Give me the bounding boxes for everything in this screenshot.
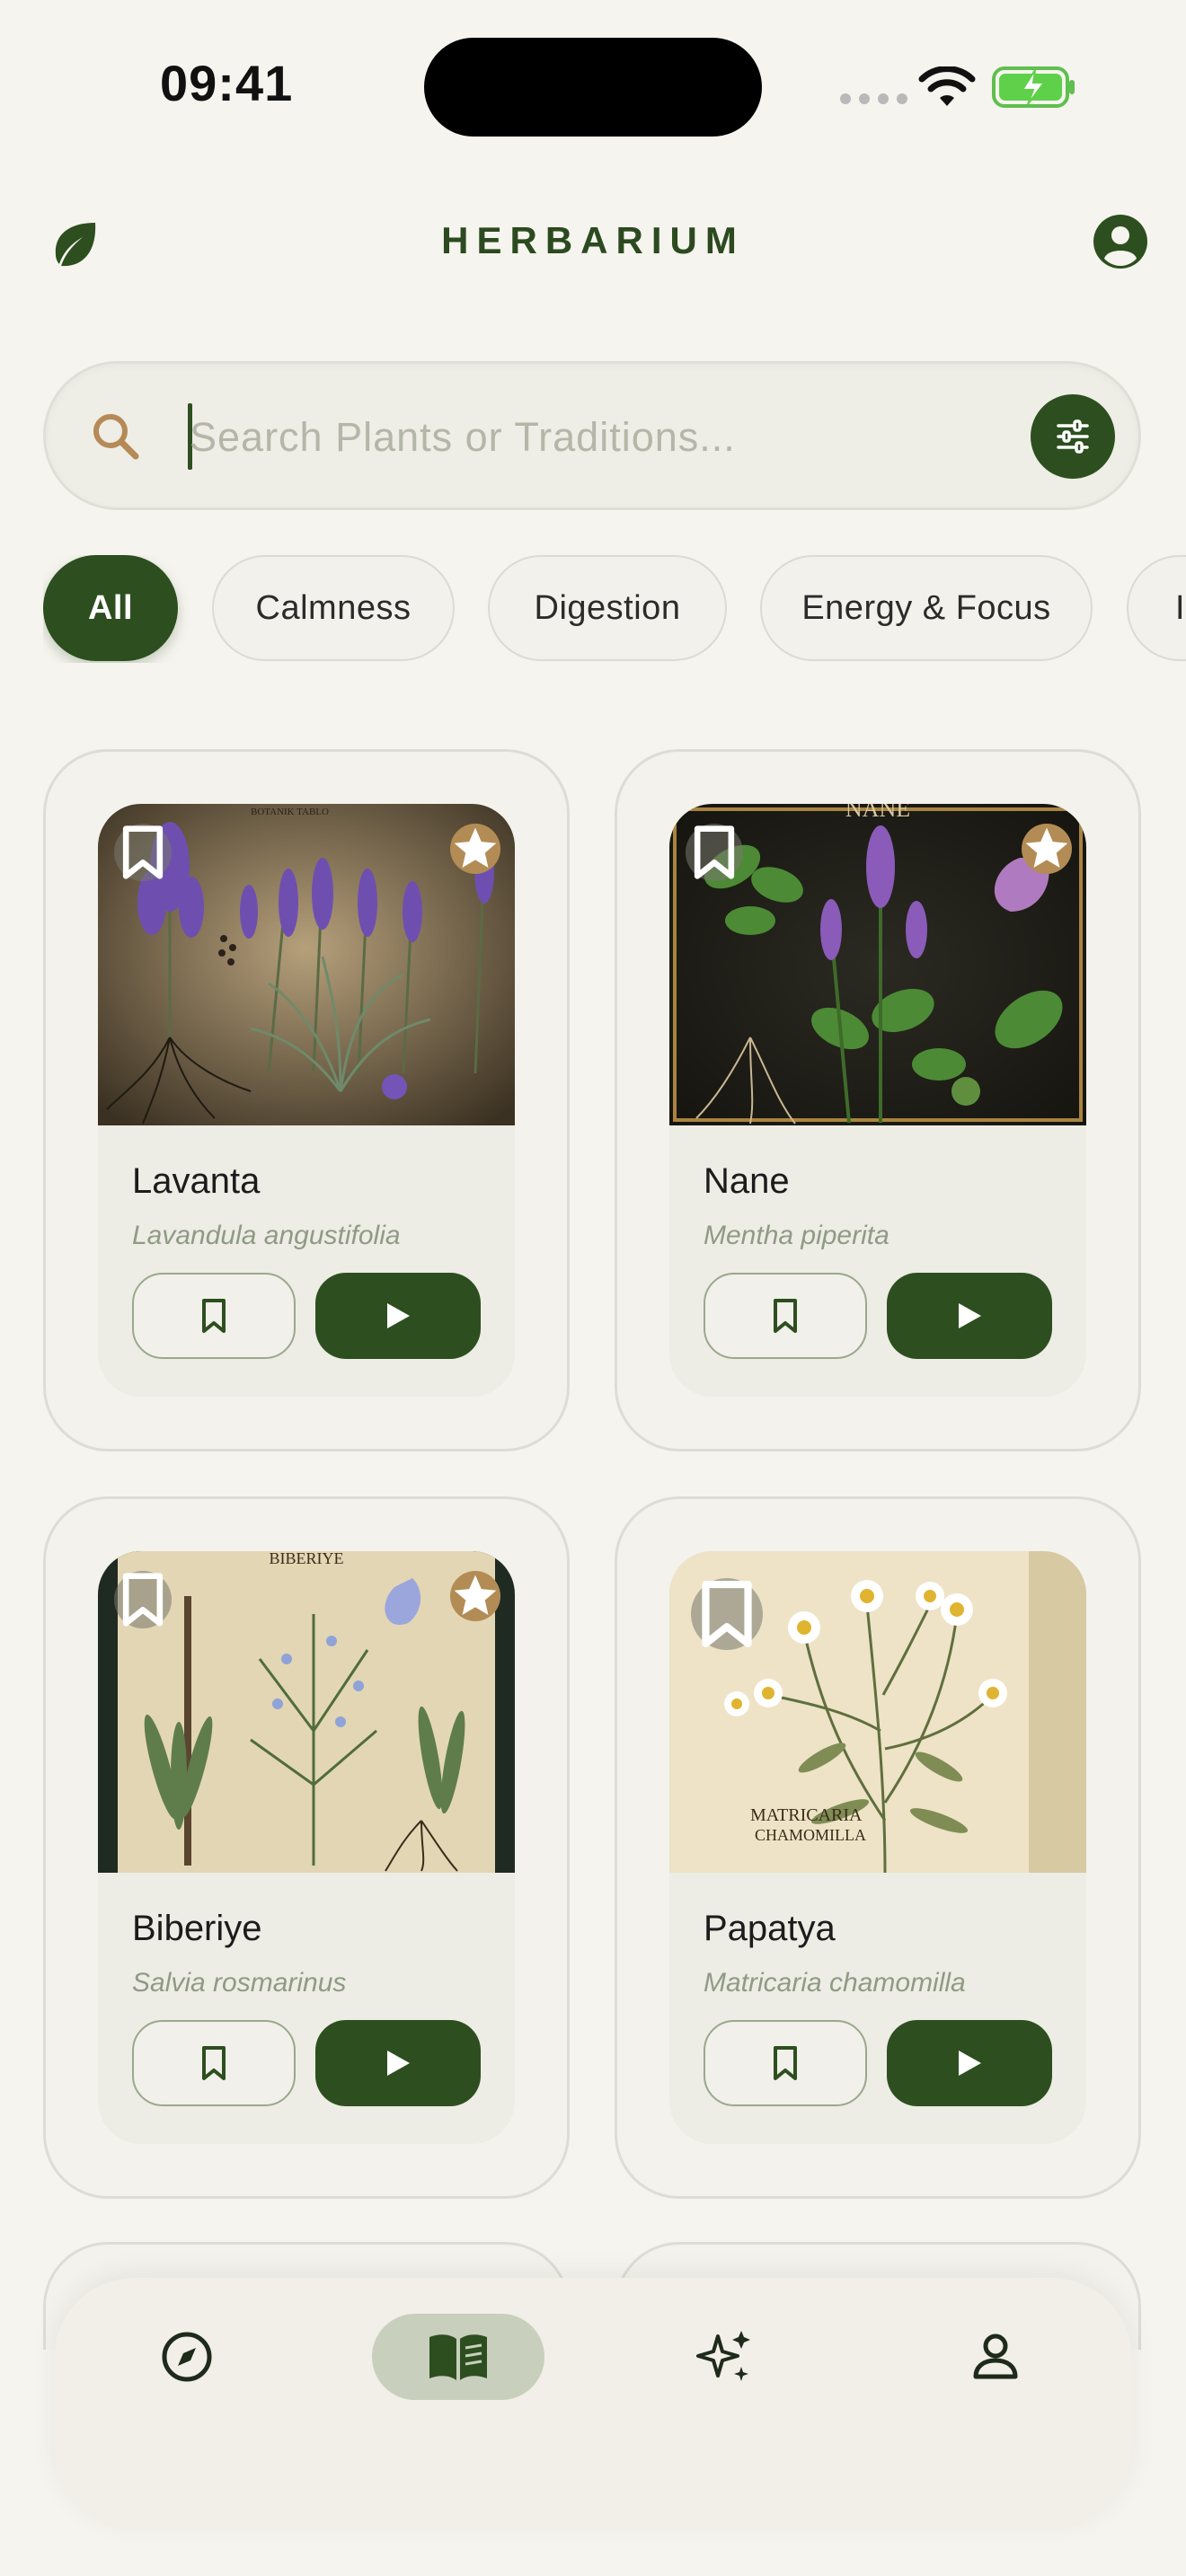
book-icon — [429, 2334, 487, 2380]
dynamic-island — [424, 38, 762, 137]
save-button[interactable] — [704, 1273, 867, 1359]
play-button[interactable] — [887, 1273, 1052, 1359]
bookmark-icon — [122, 1573, 164, 1627]
sparkles-icon — [696, 2331, 750, 2381]
bookmark-icon — [702, 1580, 752, 1648]
plant-card[interactable]: MATRICARIA CHAMOMILLA Papatya Matricaria… — [615, 1496, 1141, 2199]
svg-text:NANE: NANE — [845, 804, 910, 822]
nav-explore[interactable] — [144, 2314, 230, 2400]
chip-energy-focus[interactable]: Energy & Focus — [760, 555, 1093, 661]
save-button[interactable] — [704, 2020, 867, 2106]
bookmark-toggle[interactable] — [114, 1571, 172, 1628]
search-icon — [93, 414, 139, 460]
compass-icon — [162, 2332, 212, 2382]
plant-latin-name: Lavandula angustifolia — [132, 1221, 401, 1250]
account-icon[interactable] — [1093, 214, 1148, 269]
play-button[interactable] — [887, 2020, 1052, 2106]
play-icon — [387, 1303, 410, 1328]
plant-name: Biberiye — [132, 1909, 262, 1948]
nav-profile[interactable] — [952, 2314, 1039, 2400]
star-icon — [454, 1575, 497, 1615]
plant-latin-name: Mentha piperita — [704, 1221, 890, 1250]
plant-card[interactable]: NANE Nane Mentha piperita — [615, 749, 1141, 1451]
bookmark-icon — [774, 1299, 797, 1333]
bookmark-icon — [202, 2046, 226, 2080]
search-bar[interactable] — [43, 361, 1141, 510]
plant-name: Lavanta — [132, 1161, 261, 1201]
play-icon — [959, 1303, 981, 1328]
play-button[interactable] — [315, 2020, 481, 2106]
play-icon — [959, 2051, 981, 2076]
chip-partial[interactable]: I — [1127, 555, 1186, 661]
bookmark-icon — [202, 1299, 226, 1333]
featured-badge — [450, 1571, 500, 1621]
featured-badge — [1022, 824, 1072, 874]
plant-image: BIBERIYE — [98, 1551, 515, 1873]
category-chips: All Calmness Digestion Energy & Focus I — [43, 555, 1186, 663]
plant-image: NANE — [669, 804, 1086, 1125]
play-icon — [387, 2051, 410, 2076]
search-input[interactable] — [190, 400, 962, 475]
person-icon — [973, 2333, 1018, 2379]
save-button[interactable] — [132, 2020, 296, 2106]
svg-text:MATRICARIA: MATRICARIA — [750, 1805, 863, 1825]
filter-button[interactable] — [1031, 394, 1115, 479]
plant-name: Nane — [704, 1161, 790, 1201]
featured-badge — [450, 824, 500, 874]
plant-image: BOTANIK TABLO — [98, 804, 515, 1125]
wifi-icon — [918, 66, 976, 106]
bookmark-icon — [774, 2046, 797, 2080]
save-button[interactable] — [132, 1273, 296, 1359]
plant-card[interactable]: BIBERIYE Biberiye Salvia rosmarinus — [43, 1496, 570, 2199]
chip-digestion[interactable]: Digestion — [488, 555, 727, 661]
svg-text:BOTANIK TABLO: BOTANIK TABLO — [251, 807, 329, 817]
chip-calmness[interactable]: Calmness — [212, 555, 455, 661]
plant-card[interactable]: BOTANIK TABLO Lavanta Lavandula angustif… — [43, 749, 570, 1451]
nav-discover[interactable] — [683, 2314, 769, 2400]
battery-charging-icon — [992, 66, 1075, 108]
status-time: 09:41 — [160, 55, 294, 111]
star-icon — [454, 827, 497, 868]
status-bar: 09:41 — [0, 0, 1186, 171]
plant-name: Papatya — [704, 1909, 836, 1948]
bookmark-icon — [694, 825, 735, 879]
plant-latin-name: Salvia rosmarinus — [132, 1968, 347, 1998]
bookmark-toggle[interactable] — [691, 1578, 763, 1650]
sliders-icon — [1057, 419, 1089, 454]
play-button[interactable] — [315, 1273, 481, 1359]
plant-latin-name: Matricaria chamomilla — [704, 1968, 966, 1998]
chip-all[interactable]: All — [43, 555, 178, 661]
nav-library[interactable] — [372, 2314, 544, 2400]
svg-text:CHAMOMILLA: CHAMOMILLA — [755, 1826, 866, 1844]
star-icon — [1025, 827, 1068, 868]
cellular-signal-icon — [840, 93, 907, 104]
svg-text:BIBERIYE: BIBERIYE — [270, 1551, 344, 1567]
app-header: HERBARIUM — [0, 198, 1186, 287]
bottom-navigation — [54, 2278, 1132, 2529]
bookmark-toggle[interactable] — [686, 824, 743, 881]
plant-image: MATRICARIA CHAMOMILLA — [669, 1551, 1086, 1873]
bookmark-toggle[interactable] — [114, 824, 172, 881]
bookmark-icon — [122, 825, 164, 879]
app-title: HERBARIUM — [441, 219, 745, 261]
